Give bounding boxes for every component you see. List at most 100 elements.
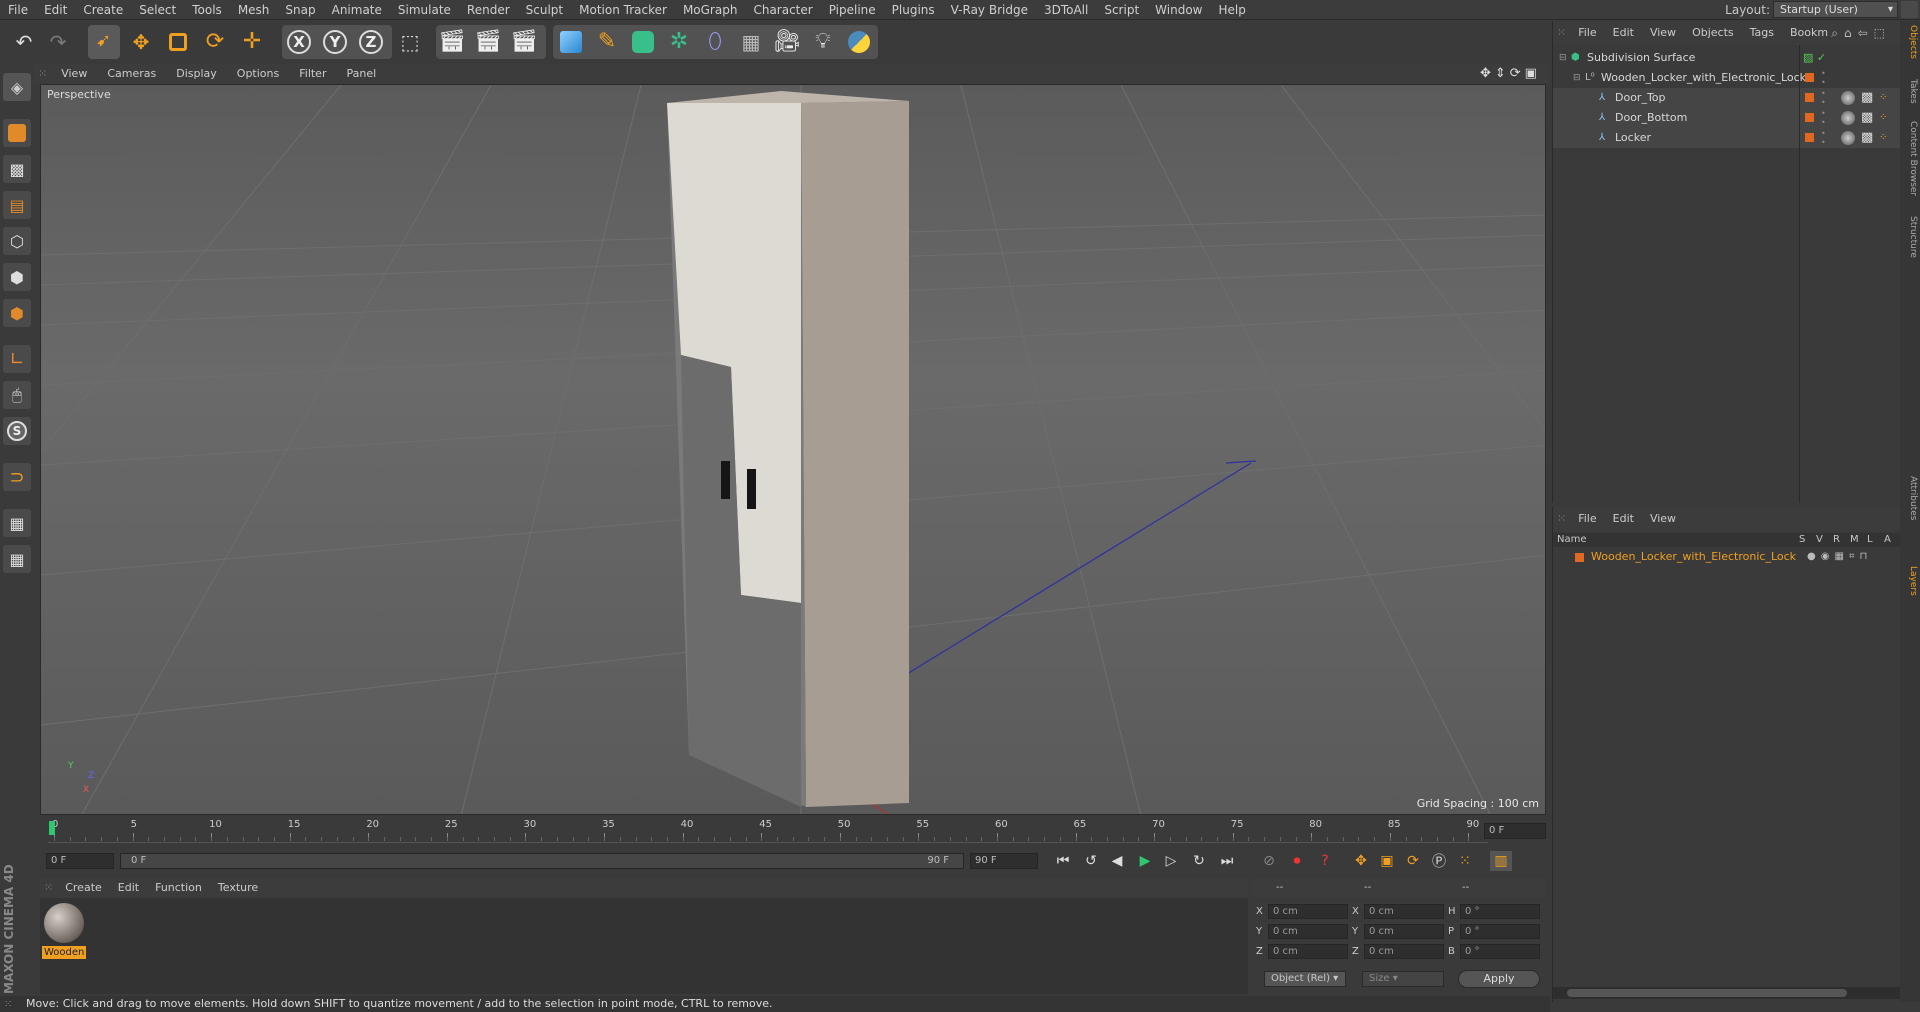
menu-plugins[interactable]: Plugins xyxy=(884,0,943,20)
menu-mograph[interactable]: MoGraph xyxy=(675,0,746,20)
layer-color-dot[interactable] xyxy=(1805,93,1814,102)
key-param-button[interactable]: Ⓟ xyxy=(1428,851,1450,871)
coord-value-field[interactable]: 0 ° xyxy=(1460,924,1540,939)
uvw-tag-icon[interactable]: ⁘ xyxy=(1879,108,1887,128)
coord-value-field[interactable]: 0 cm xyxy=(1268,944,1348,959)
tab-attributes[interactable]: Attributes xyxy=(1902,476,1918,520)
object-row[interactable]: ⊟ ⬢ Subdivision Surface ▨ ✓ xyxy=(1553,48,1900,68)
coordinate-mode-select[interactable]: Object (Rel) ▾ xyxy=(1264,971,1346,987)
next-key-button[interactable]: ↻ xyxy=(1188,851,1210,871)
menu-snap[interactable]: Snap xyxy=(277,0,323,20)
material-menu-edit[interactable]: Edit xyxy=(110,878,147,898)
x-axis-toggle[interactable]: X xyxy=(283,25,315,58)
frame-range-slider[interactable]: 0 F 90 F xyxy=(120,853,964,869)
floor-button[interactable]: ▦ xyxy=(735,25,767,58)
tab-layers[interactable]: Layers xyxy=(1902,566,1918,596)
layer-color-dot[interactable] xyxy=(1805,73,1814,82)
current-frame-field[interactable]: 0 F xyxy=(1484,823,1546,839)
undo-button[interactable]: ↶ xyxy=(8,25,40,58)
material-swatch[interactable]: Wooden xyxy=(42,902,86,960)
tab-objects[interactable]: Objects xyxy=(1902,25,1918,59)
python-button[interactable] xyxy=(843,25,875,58)
menu-create[interactable]: Create xyxy=(75,0,131,20)
enabled-check-icon[interactable]: ▨ ✓ xyxy=(1803,48,1826,68)
material-tag-icon[interactable] xyxy=(1841,131,1855,145)
move-tool-button[interactable]: ✥ xyxy=(125,25,157,58)
menu-help[interactable]: Help xyxy=(1210,0,1253,20)
layer-menu-edit[interactable]: Edit xyxy=(1605,507,1642,531)
menu-3dtoall[interactable]: 3DToAll xyxy=(1036,0,1096,20)
menu-simulate[interactable]: Simulate xyxy=(390,0,459,20)
layer-color-dot[interactable] xyxy=(1805,113,1814,122)
object-row[interactable]: ⊟ L⁰ Wooden_Locker_with_Electronic_Lock • • xyxy=(1553,68,1900,88)
viewport-menu-cameras[interactable]: Cameras xyxy=(97,64,166,84)
menu-select[interactable]: Select xyxy=(131,0,184,20)
coord-value-field[interactable]: 0 ° xyxy=(1460,904,1540,919)
object-menu-file[interactable]: File xyxy=(1570,21,1604,45)
texture-tag-icon[interactable]: ▩ xyxy=(1861,88,1873,108)
tweak-mode-button[interactable]: 🖱︎ xyxy=(3,381,31,409)
visibility-dots-icon[interactable]: • • xyxy=(1821,109,1826,127)
coord-value-field[interactable]: 0 ° xyxy=(1460,944,1540,959)
uvw-tag-icon[interactable]: ⁘ xyxy=(1879,88,1887,108)
subdivision-surface-button[interactable] xyxy=(627,25,659,58)
key-rotation-button[interactable]: ⟳ xyxy=(1402,851,1424,871)
viewport-menu-panel[interactable]: Panel xyxy=(336,64,386,84)
snap-button[interactable]: S xyxy=(3,417,31,445)
z-axis-toggle[interactable]: Z xyxy=(355,25,387,58)
play-button[interactable]: ▶ xyxy=(1134,851,1156,871)
menu-tools[interactable]: Tools xyxy=(184,0,230,20)
texture-mode-button[interactable]: ▩ xyxy=(3,155,31,183)
viewport-menu-display[interactable]: Display xyxy=(166,64,227,84)
menu-script[interactable]: Script xyxy=(1096,0,1147,20)
visibility-dots-icon[interactable]: • • xyxy=(1821,129,1826,147)
menu-edit[interactable]: Edit xyxy=(36,0,75,20)
make-editable-button[interactable]: ◈ xyxy=(3,73,31,101)
tree-expand-icon[interactable]: ⊟ xyxy=(1559,48,1567,68)
edges-mode-button[interactable]: ⬢ xyxy=(3,263,31,291)
magnet-button[interactable]: ⊃ xyxy=(3,463,31,491)
go-to-start-button[interactable]: ⏮ xyxy=(1052,851,1074,871)
end-frame-field[interactable]: 90 F xyxy=(970,853,1038,869)
prev-key-button[interactable]: ↺ xyxy=(1080,851,1102,871)
coord-value-field[interactable]: 0 cm xyxy=(1364,904,1444,919)
visibility-dots-icon[interactable]: • • xyxy=(1821,69,1826,87)
texture-tag-icon[interactable]: ▩ xyxy=(1861,108,1873,128)
tab-structure[interactable]: Structure xyxy=(1902,216,1918,258)
apply-button[interactable]: Apply xyxy=(1458,970,1540,988)
layer-scrollbar[interactable] xyxy=(1553,987,1900,999)
menu-window[interactable]: Window xyxy=(1147,0,1210,20)
layer-menu-file[interactable]: File xyxy=(1570,507,1604,531)
object-menu-tags[interactable]: Tags xyxy=(1742,21,1782,45)
material-tag-icon[interactable] xyxy=(1841,91,1855,105)
visibility-dots-icon[interactable]: • • xyxy=(1821,89,1826,107)
3d-viewport[interactable]: Perspective Y Z X Grid Spacing : 100 cm xyxy=(40,84,1546,815)
cloner-button[interactable]: ✲ xyxy=(663,25,695,58)
axis-mode-button[interactable]: ∟ xyxy=(3,345,31,373)
light-button[interactable]: 💡︎ xyxy=(807,25,839,58)
rotate-tool-button[interactable]: ⟳ xyxy=(199,25,231,58)
key-position-button[interactable]: ✥ xyxy=(1350,851,1372,871)
menu-pipeline[interactable]: Pipeline xyxy=(821,0,884,20)
coordinate-system-button[interactable]: ⬚ xyxy=(394,25,426,58)
start-frame-field[interactable]: 0 F xyxy=(46,853,114,869)
record-button[interactable]: ⏺ xyxy=(1286,851,1308,871)
layout-select[interactable]: Startup (User) xyxy=(1773,1,1898,18)
menu-mesh[interactable]: Mesh xyxy=(230,0,278,20)
menu-v-ray-bridge[interactable]: V-Ray Bridge xyxy=(943,0,1036,20)
layer-menu-view[interactable]: View xyxy=(1642,507,1684,531)
camera-button[interactable]: 🎥︎ xyxy=(771,25,803,58)
next-frame-button[interactable]: ▷ xyxy=(1160,851,1182,871)
object-menu-objects[interactable]: Objects xyxy=(1684,21,1742,45)
scale-tool-button[interactable] xyxy=(162,25,194,58)
object-row[interactable]: ⅄ Door_Top • • ▩ ⁘ xyxy=(1553,88,1900,108)
layer-visibility-icons[interactable]: ●◉▦⌗⊓ xyxy=(1807,548,1872,566)
render-picture-viewer-button[interactable]: 🎬︎ xyxy=(472,25,504,58)
material-menu-function[interactable]: Function xyxy=(147,878,210,898)
viewport-menu-filter[interactable]: Filter xyxy=(289,64,336,84)
layer-scroll-thumb[interactable] xyxy=(1567,989,1847,997)
locker-model[interactable] xyxy=(667,91,909,807)
deformer-button[interactable]: ⬯ xyxy=(699,25,731,58)
live-selection-button[interactable]: ➹ xyxy=(88,25,120,59)
menu-character[interactable]: Character xyxy=(745,0,820,20)
